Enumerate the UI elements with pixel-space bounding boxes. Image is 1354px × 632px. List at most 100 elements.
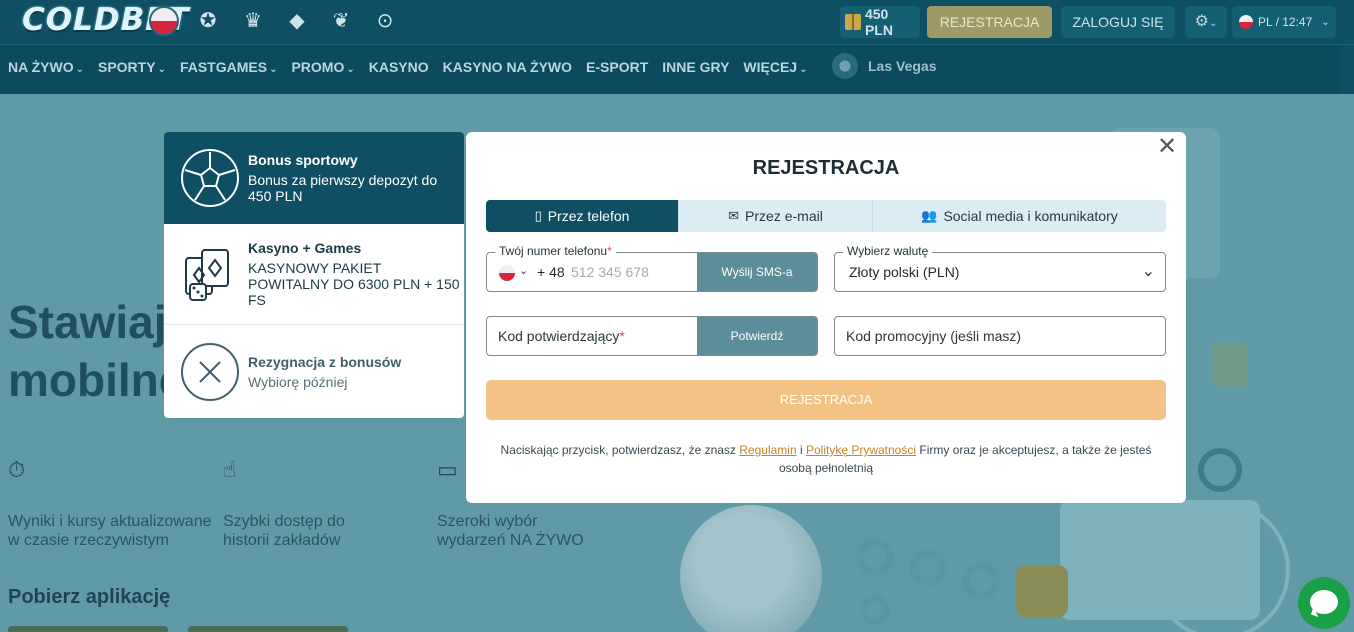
play-icon[interactable]: ⊙ [370,6,400,36]
registration-modal: ✕ REJESTRACJA ▯ Przez telefon ✉ Przez e-… [466,132,1186,503]
promo-code-field[interactable]: Kod promocyjny (jeśli masz) [834,316,1166,356]
feature-text-line2: wydarzeń NA ŻYWO [437,532,584,549]
currency-select[interactable]: Wybierz walutę Złoty polski (PLN) ⌄ [834,244,1166,292]
feature-text-line2: w czasie rzeczywistym [8,532,169,549]
deco-ring [910,548,948,586]
privacy-link[interactable]: Politykę Prywatności [806,443,916,457]
player-avatar-icon [1198,448,1242,492]
top-bar: COLDBET ✪ ♛ ◆ ❦ ⊙ 450 PLN REJESTRACJA ZA… [0,0,1354,44]
nav-item-label: NA ŻYWO [8,59,74,75]
bonus-option-decline[interactable]: Rezygnacja z bonusów Wybiorę później [164,325,464,418]
calendar-icon [1016,565,1068,617]
nav-item-promo[interactable]: PROMO ⌄ [291,59,354,75]
crystal-icon[interactable]: ◆ [282,6,312,36]
chevron-down-icon: ⌄ [799,64,808,75]
hero-headline: Stawiaj mobilne [8,293,184,409]
nav-item-na-żywo[interactable]: NA ŻYWO ⌄ [8,59,84,75]
nav-item-inne-gry[interactable]: INNE GRY [662,59,729,75]
las-vegas-label: Las Vegas [868,58,937,74]
dragon-icon[interactable]: ❦ [326,6,356,36]
tab-email[interactable]: ✉ Przez e-mail [679,200,873,232]
chevron-down-icon: ⌄ [75,64,84,75]
terms-link[interactable]: Regulamin [739,443,796,457]
nav-items: NA ŻYWO ⌄ SPORTY ⌄ FASTGAMES ⌄ PROMO ⌄ KASYNO KAS… [8,45,808,89]
chevron-down-icon: ⌄ [1321,16,1330,28]
confirm-button[interactable]: Potwierdź [697,317,817,355]
nav-item-e-sport[interactable]: E-SPORT [586,59,648,75]
feature-text-line1: Szeroki wybór [437,513,538,530]
nav-item-kasyno-na-żywo[interactable]: KASYNO NA ŻYWO [443,59,572,75]
nav-item-label: KASYNO [368,59,429,75]
nav-item-sporty[interactable]: SPORTY ⌄ [98,59,166,75]
users-icon: 👥 [921,208,938,223]
send-sms-button[interactable]: Wyślij SMS-a [697,253,817,291]
balance-amount: 450 PLN [864,6,893,38]
bonus-description: KASYNOWY PAKIET POWITALNY DO 6300 PLN + … [248,260,460,308]
shield-check-icon [1212,343,1248,387]
gift-icon [845,14,861,30]
nav-item-label: PROMO [291,59,345,75]
code-placeholder: Kod potwierdzający* [498,328,625,344]
deco-ring [856,538,894,576]
chevron-down-icon[interactable]: ⌄ [519,264,528,277]
nav-item-kasyno[interactable]: KASYNO [369,59,429,75]
download-app-heading: Pobierz aplikację [8,586,171,608]
main-nav: NA ŻYWO ⌄ SPORTY ⌄ FASTGAMES ⌄ PROMO ⌄ KASYNO KAS… [0,44,1354,94]
confirmation-code-field[interactable]: Kod potwierdzający* Potwierdź [486,316,818,356]
champions-league-icon[interactable]: ✪ [193,6,223,36]
nav-item-label: WIĘCEJ [743,59,798,75]
tab-social[interactable]: 👥 Social media i komunikatory [873,200,1166,232]
register-submit-button[interactable]: REJESTRACJA [486,380,1166,420]
premier-league-icon[interactable]: ♛ [238,6,268,36]
nav-las-vegas[interactable]: Las Vegas [832,53,937,79]
currency-value: Złoty polski (PLN) [849,264,960,280]
settings-dropdown[interactable]: ⚙⌄ [1185,6,1227,38]
hero-headline-line1: Stawiaj [8,296,167,348]
poland-flag-small-icon [1239,15,1253,29]
deco-ring [860,595,890,625]
phone-input[interactable] [571,261,691,283]
nav-item-label: SPORTY [97,59,156,75]
chevron-down-icon: ⌄ [1141,263,1155,280]
feature-bet-history: ☝ Szybki dostęp do historii zakładów [223,457,345,550]
feature-text-line2: historii zakładów [223,532,341,549]
chevron-down-icon: ⌄ [269,64,278,75]
login-button[interactable]: ZALOGUJ SIĘ [1061,6,1175,38]
app-store-button[interactable] [8,626,168,632]
stopwatch-icon: ⏱ [8,457,26,482]
poland-flag-icon[interactable] [149,6,179,36]
feature-text-line1: Wyniki i kursy aktualizowane [8,513,212,530]
hero-headline-line2: mobilne [8,354,185,406]
deco-ring [962,562,1000,600]
promo-placeholder: Kod promocyjny (jeśli masz) [846,328,1022,344]
close-icon[interactable]: ✕ [1156,135,1178,159]
currency-label: Wybierz walutę [843,244,933,258]
nav-item-label: E-SPORT [586,59,649,75]
feature-live-results: ⏱ Wyniki i kursy aktualizowane w czasie … [8,457,212,550]
bonus-title: Kasyno + Games [248,240,362,256]
language-time-selector[interactable]: PL / 12:47 ⌄ [1232,6,1336,38]
nav-item-label: KASYNO NA ŻYWO [442,59,573,75]
nav-item-fastgames[interactable]: FASTGAMES ⌄ [180,59,278,75]
bonus-selection-panel: Bonus sportowy Bonus za pierwszy depozyt… [164,132,464,418]
poland-flag-icon[interactable] [499,265,515,281]
bonus-option-casino[interactable]: Kasyno + Games KASYNOWY PAKIET POWITALNY… [164,224,464,325]
nav-item-label: FASTGAMES [179,59,268,75]
modal-title: REJESTRACJA [752,157,900,179]
nav-item-label: INNE GRY [662,59,730,75]
chat-support-button[interactable] [1298,577,1350,629]
registration-method-tabs: ▯ Przez telefon ✉ Przez e-mail 👥 Social … [486,200,1166,232]
touch-icon: ☝ [223,457,237,482]
google-play-button[interactable] [188,626,348,632]
nav-item-więcej[interactable]: WIĘCEJ ⌄ [743,59,807,75]
bonus-option-sport[interactable]: Bonus sportowy Bonus za pierwszy depozyt… [164,132,464,224]
soccer-ball-image [680,505,822,632]
terms-text: Naciskając przycisk, potwierdzasz, że zn… [500,443,1152,475]
bonus-title: Bonus sportowy [248,152,358,168]
tab-label: Social media i komunikatory [943,208,1118,224]
bonus-balance-button[interactable]: 450 PLN [840,6,920,38]
envelope-icon: ✉ [728,208,740,223]
register-button-top[interactable]: REJESTRACJA [927,6,1052,38]
feature-text-line1: Szybki dostęp do [223,513,345,530]
tab-phone[interactable]: ▯ Przez telefon [486,200,679,232]
